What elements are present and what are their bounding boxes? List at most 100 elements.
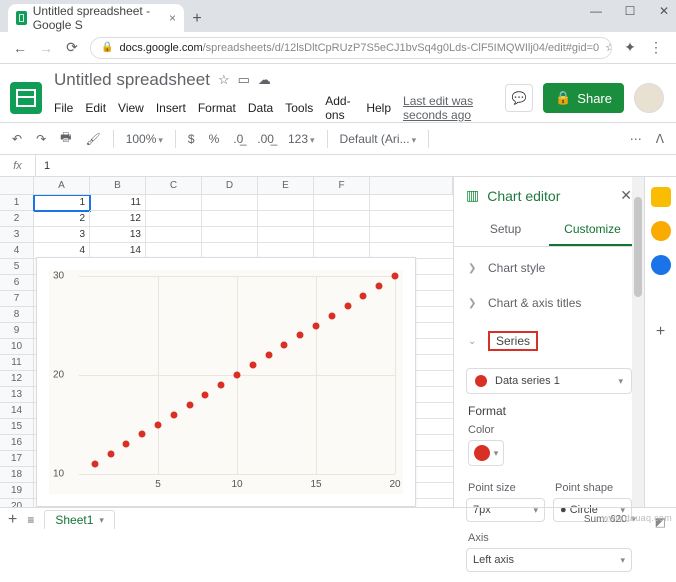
row-header[interactable]: 12 xyxy=(0,371,34,387)
row-header[interactable]: 11 xyxy=(0,355,34,371)
print-button[interactable]: 🖶 xyxy=(56,126,75,151)
close-panel-button[interactable]: ✕ xyxy=(620,187,632,204)
cell[interactable]: 12 xyxy=(90,211,146,227)
spreadsheet-grid[interactable]: ABCDEF1111221233134414567891011121314151… xyxy=(0,177,454,507)
share-button[interactable]: 🔒 Share xyxy=(543,83,624,113)
row-header[interactable]: 5 xyxy=(0,259,34,275)
bookmark-icon[interactable]: ☆ xyxy=(605,41,612,54)
tab-customize[interactable]: Customize xyxy=(549,214,636,246)
row-header[interactable]: 13 xyxy=(0,387,34,403)
zoom-select[interactable]: 100%▾ xyxy=(122,130,167,148)
cell[interactable] xyxy=(202,195,258,211)
axis-select[interactable]: Left axis▾ xyxy=(466,548,632,572)
all-sheets-button[interactable]: ≡ xyxy=(27,513,34,527)
toolbar-more-button[interactable]: ⋯ xyxy=(626,130,646,148)
increase-decimal-button[interactable]: .00̲ xyxy=(253,130,278,148)
column-header[interactable]: A xyxy=(34,177,90,194)
menu-tools[interactable]: Tools xyxy=(285,101,313,115)
row-header[interactable]: 17 xyxy=(0,451,34,467)
redo-button[interactable]: ↷ xyxy=(32,130,50,148)
cell[interactable]: 1 xyxy=(34,195,90,211)
menu-help[interactable]: Help xyxy=(366,101,391,115)
menu-insert[interactable]: Insert xyxy=(156,101,186,115)
section-chart-axis-titles[interactable]: ❯Chart & axis titles xyxy=(454,286,644,321)
row-header[interactable]: 10 xyxy=(0,339,34,355)
browser-tab[interactable]: Untitled spreadsheet - Google S × xyxy=(8,4,184,32)
sheet-tab[interactable]: Sheet1▾ xyxy=(44,510,115,529)
add-sheet-button[interactable]: + xyxy=(8,511,17,529)
undo-button[interactable]: ↶ xyxy=(8,130,26,148)
calendar-addon-icon[interactable] xyxy=(651,187,671,207)
move-icon[interactable]: ▭ xyxy=(238,72,250,88)
close-tab-icon[interactable]: × xyxy=(169,11,176,25)
row-header[interactable]: 18 xyxy=(0,467,34,483)
cell[interactable] xyxy=(258,227,314,243)
tab-setup[interactable]: Setup xyxy=(462,214,549,246)
row-header[interactable]: 15 xyxy=(0,419,34,435)
row-header[interactable]: 4 xyxy=(0,243,34,259)
row-header[interactable]: 8 xyxy=(0,307,34,323)
cell[interactable]: 3 xyxy=(34,227,90,243)
row-header[interactable]: 19 xyxy=(0,483,34,499)
row-header[interactable]: 16 xyxy=(0,435,34,451)
more-formats-button[interactable]: 123▾ xyxy=(284,130,319,148)
menu-format[interactable]: Format xyxy=(198,101,236,115)
percent-button[interactable]: % xyxy=(205,130,224,148)
color-picker[interactable]: ▾ xyxy=(468,440,504,466)
cell[interactable] xyxy=(258,211,314,227)
last-edit-text[interactable]: Last edit was seconds ago xyxy=(403,94,495,122)
panel-scrollbar[interactable] xyxy=(632,177,644,507)
row-header[interactable]: 9 xyxy=(0,323,34,339)
column-header[interactable]: D xyxy=(202,177,258,194)
extensions-icon[interactable]: ✦ xyxy=(622,39,638,56)
back-button[interactable]: ← xyxy=(12,40,28,56)
column-header[interactable]: C xyxy=(146,177,202,194)
cell[interactable] xyxy=(314,211,370,227)
decrease-decimal-button[interactable]: .0̲ xyxy=(229,130,247,148)
sheets-logo-icon[interactable] xyxy=(10,82,42,114)
chrome-menu-icon[interactable]: ⋮ xyxy=(648,39,664,56)
section-chart-style[interactable]: ❯Chart style xyxy=(454,251,644,286)
forward-button[interactable]: → xyxy=(38,40,54,56)
cloud-status-icon[interactable]: ☁ xyxy=(258,72,271,88)
column-header[interactable]: E xyxy=(258,177,314,194)
cell[interactable] xyxy=(202,227,258,243)
font-select[interactable]: Default (Ari...▾ xyxy=(336,130,421,148)
currency-button[interactable]: $ xyxy=(184,130,199,148)
comments-button[interactable]: 💬 xyxy=(505,84,533,112)
row-header[interactable]: 1 xyxy=(0,195,34,211)
cell[interactable]: 2 xyxy=(34,211,90,227)
section-series[interactable]: ⌄Series xyxy=(454,321,644,362)
embedded-chart[interactable]: 1020305101520 xyxy=(36,257,416,507)
series-select[interactable]: Data series 1 ▾ xyxy=(466,368,632,394)
toolbar-expand-button[interactable]: ᐱ xyxy=(652,130,668,148)
row-header[interactable]: 2 xyxy=(0,211,34,227)
tasks-addon-icon[interactable] xyxy=(651,255,671,275)
row-header[interactable]: 20 xyxy=(0,499,34,507)
menu-view[interactable]: View xyxy=(118,101,144,115)
cell[interactable] xyxy=(258,195,314,211)
cell[interactable] xyxy=(314,195,370,211)
menu-addons[interactable]: Add-ons xyxy=(325,94,354,122)
cell[interactable] xyxy=(146,211,202,227)
new-tab-button[interactable]: + xyxy=(184,6,210,32)
cell[interactable] xyxy=(202,211,258,227)
add-addon-button[interactable]: + xyxy=(656,323,665,341)
column-header[interactable]: B xyxy=(90,177,146,194)
url-field[interactable]: 🔒 docs.google.com/spreadsheets/d/12lsDlt… xyxy=(90,37,612,59)
doc-title[interactable]: Untitled spreadsheet xyxy=(54,70,210,90)
account-avatar[interactable] xyxy=(634,83,664,113)
reload-button[interactable]: ⟳ xyxy=(64,39,80,56)
close-window-button[interactable]: ✕ xyxy=(656,4,672,18)
paint-format-button[interactable]: 🖌 xyxy=(81,130,104,148)
cell[interactable]: 11 xyxy=(90,195,146,211)
cell[interactable] xyxy=(314,227,370,243)
row-header[interactable]: 6 xyxy=(0,275,34,291)
formula-input[interactable]: 1 xyxy=(36,160,50,172)
row-header[interactable]: 3 xyxy=(0,227,34,243)
row-header[interactable]: 7 xyxy=(0,291,34,307)
star-icon[interactable]: ☆ xyxy=(218,72,230,88)
menu-data[interactable]: Data xyxy=(248,101,273,115)
cell[interactable] xyxy=(146,195,202,211)
minimize-button[interactable]: — xyxy=(588,4,604,18)
